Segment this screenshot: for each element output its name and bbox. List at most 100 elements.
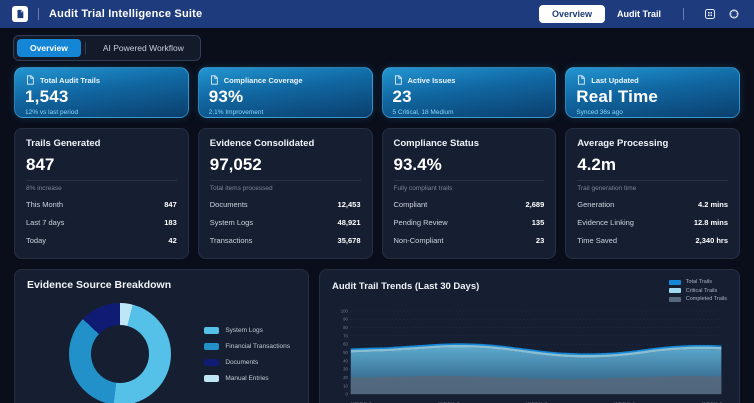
settings-icon[interactable] [726, 6, 742, 22]
tabs-row: Overview AI Powered Workflow [0, 28, 754, 61]
divider [393, 180, 545, 181]
stat-value: 93.4% [393, 155, 442, 174]
row-label: Transactions [209, 235, 253, 245]
legend-item-manual-entries[interactable]: Manual Entries [204, 374, 290, 382]
app-logo [12, 6, 28, 22]
app: Audit Trial Intelligence Suite Overview … [0, 0, 754, 403]
row-value: 12.8 mins [693, 217, 728, 227]
row-label: Generation [577, 199, 615, 209]
row-value: 183 [164, 217, 177, 227]
stat-row-item: Documents 12,453 [210, 195, 361, 213]
top-bar: Audit Trial Intelligence Suite Overview … [0, 0, 754, 28]
row-value: 2,689 [525, 199, 545, 209]
divider [38, 8, 39, 20]
svg-text:50: 50 [343, 350, 348, 355]
stat-title: Compliance Status [393, 138, 480, 149]
stat-title: Evidence Consolidated [209, 138, 315, 149]
legend-item-financial-transactions[interactable]: Financial Transactions [204, 342, 290, 350]
nav-overview-button[interactable]: Overview [538, 5, 605, 23]
stat-title: Trails Generated [26, 138, 101, 149]
row-label: Non-Compliant [393, 235, 444, 245]
row-value: 35,678 [337, 235, 361, 245]
svg-text:40: 40 [343, 358, 348, 363]
kpi-card-last-updated: Last Updated Real Time Synced 36s ago [565, 67, 740, 118]
kpi-card-compliance-coverage: Compliance Coverage 93% 2.1% Improvement [197, 67, 373, 118]
legend-item-documents[interactable]: Documents [204, 358, 290, 366]
kpi-subtext: Synced 36s ago [576, 109, 623, 116]
legend-swatch [668, 296, 681, 302]
kpi-value: 23 [392, 87, 412, 106]
divider [26, 180, 177, 181]
row-value: 42 [168, 235, 177, 245]
svg-text:20: 20 [343, 375, 348, 380]
kpi-card-active-issues: Active Issues 23 5 Critical, 18 Medium [381, 67, 557, 118]
row-label: Compliant [393, 199, 428, 209]
document-icon [25, 75, 35, 85]
stat-subtext: Trail generation time [577, 185, 637, 192]
kpi-title: Total Audit Trails [40, 75, 101, 85]
stat-row-item: Time Saved 2,340 hrs [577, 231, 728, 249]
svg-text:60: 60 [343, 342, 348, 347]
legend-swatch [668, 288, 681, 293]
legend-item-total-trails[interactable]: Total Trails [668, 279, 727, 285]
row-value: 23 [535, 235, 545, 245]
kpi-subtext: 5 Critical, 18 Medium [392, 109, 454, 116]
stat-subtext: 8% increase [26, 185, 62, 192]
document-icon [15, 9, 25, 19]
app-title: Audit Trial Intelligence Suite [49, 8, 203, 20]
stat-row-item: Pending Review 135 [394, 213, 545, 231]
legend-item-system-logs[interactable]: System Logs [204, 326, 290, 334]
kpi-value: 93% [208, 87, 244, 106]
kpi-row: Total Audit Trails 1,543 12% vs last per… [14, 67, 740, 118]
kpi-card-total-audit-trails: Total Audit Trails 1,543 12% vs last per… [14, 67, 189, 118]
stat-row: Trails Generated 847 8% increase This Mo… [14, 128, 740, 259]
trends-area-chart: 0 10 20 30 40 50 60 70 80 90 100 [341, 308, 722, 397]
stat-row-item: Non-Compliant 23 [394, 231, 545, 249]
row-value: 48,921 [337, 217, 361, 227]
tab-group: Overview AI Powered Workflow [13, 35, 201, 61]
row-label: Time Saved [577, 235, 617, 245]
tab-ai-powered-workflow[interactable]: AI Powered Workflow [90, 39, 197, 57]
stat-row-item: Today 42 [26, 231, 177, 249]
svg-text:90: 90 [343, 317, 348, 322]
stat-value: 97,052 [209, 155, 262, 174]
divider [84, 42, 86, 54]
svg-text:0: 0 [346, 392, 349, 397]
tab-overview[interactable]: Overview [17, 39, 81, 57]
legend-label: System Logs [225, 326, 263, 334]
donut-chart [69, 303, 171, 403]
kpi-subtext: 2.1% Improvement [208, 109, 264, 116]
divider [577, 180, 728, 181]
row-label: Documents [209, 199, 248, 209]
divider [683, 8, 684, 20]
stat-card-average-processing: Average Processing 4.2m Trail generation… [565, 128, 740, 259]
legend-swatch [668, 279, 681, 285]
stat-row-item: Generation 4.2 mins [577, 195, 728, 213]
row-label: Today [26, 235, 47, 245]
legend-swatch [204, 358, 220, 366]
donut-legend: System Logs Financial Transactions Docum… [204, 326, 290, 382]
kpi-value: 1,543 [25, 87, 69, 106]
nav-audit-trail-link[interactable]: Audit Trail [617, 9, 661, 19]
stat-row-item: Compliant 2,689 [394, 195, 545, 213]
apps-icon[interactable] [702, 6, 718, 22]
legend-swatch [204, 374, 220, 382]
kpi-subtext: 12% vs last period [25, 109, 79, 116]
donut-hole [91, 325, 149, 383]
panel-title: Evidence Source Breakdown [27, 279, 172, 291]
row-label: System Logs [209, 217, 254, 227]
kpi-title: Compliance Coverage [223, 75, 303, 85]
row-label: Evidence Linking [577, 217, 634, 227]
donut-chart-area: System Logs Financial Transactions Docum… [27, 291, 296, 403]
legend-item-critical-trails[interactable]: Critical Trails [668, 288, 727, 294]
stat-title: Average Processing [577, 138, 669, 149]
legend-label: Completed Trails [685, 296, 727, 302]
svg-text:80: 80 [343, 325, 348, 330]
legend-label: Total Trails [685, 279, 713, 285]
legend-item-completed-trails[interactable]: Completed Trails [668, 296, 727, 302]
row-value: 135 [531, 217, 545, 227]
stat-card-evidence-consolidated: Evidence Consolidated 97,052 Total items… [197, 128, 373, 259]
stat-row-item: Last 7 days 183 [26, 213, 177, 231]
document-icon [209, 75, 219, 85]
svg-text:30: 30 [343, 367, 348, 372]
